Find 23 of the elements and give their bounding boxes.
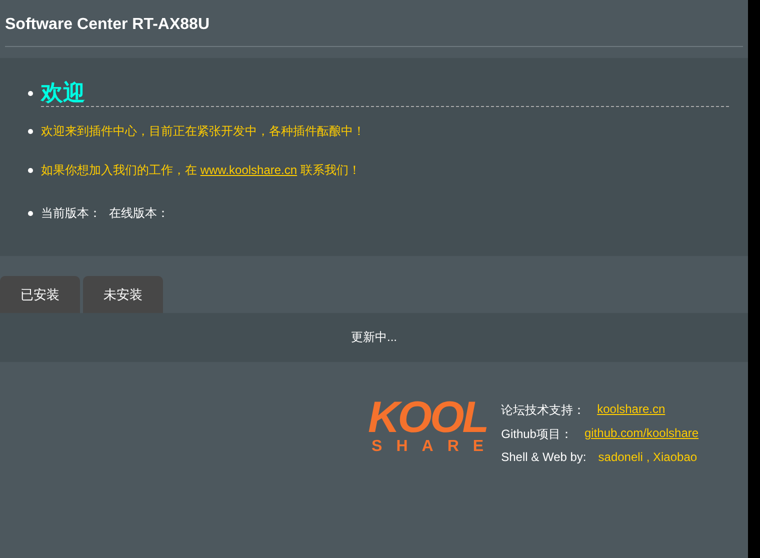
bullet-icon: [28, 91, 33, 96]
bullet-icon: [28, 129, 33, 134]
footer-label: Github项目：: [501, 426, 572, 443]
welcome-text: 欢迎来到插件中心，目前正在紧张开发中，各种插件酝酿中！: [41, 123, 365, 140]
footer-link[interactable]: github.com/koolshare: [584, 426, 699, 440]
koolshare-logo: KOOL SHARE: [368, 398, 488, 457]
footer-label: 论坛技术支持：: [501, 402, 586, 419]
tab[interactable]: 未安装: [83, 276, 163, 313]
version-label: 当前版本：: [41, 205, 101, 222]
join-text: 如果你想加入我们的工作，在 www.koolshare.cn 联系我们！: [41, 162, 360, 179]
bullet-icon: [28, 211, 33, 216]
welcome-heading: 欢迎: [41, 80, 729, 107]
website-link[interactable]: www.koolshare.cn: [200, 163, 298, 177]
status-text: 更新中...: [350, 329, 397, 346]
footer-label: Shell & Web by:: [501, 450, 586, 464]
tab[interactable]: 已安装: [0, 276, 80, 313]
footer-link[interactable]: koolshare.cn: [597, 402, 666, 416]
page-title: Software Center RT-AX88U: [5, 16, 743, 47]
footer-link[interactable]: Xiaobao: [653, 450, 698, 464]
separator-text: ,: [645, 450, 651, 464]
bullet-icon: [28, 168, 33, 173]
version-label: 在线版本：: [109, 205, 169, 222]
footer-link[interactable]: sadoneli: [598, 450, 643, 464]
